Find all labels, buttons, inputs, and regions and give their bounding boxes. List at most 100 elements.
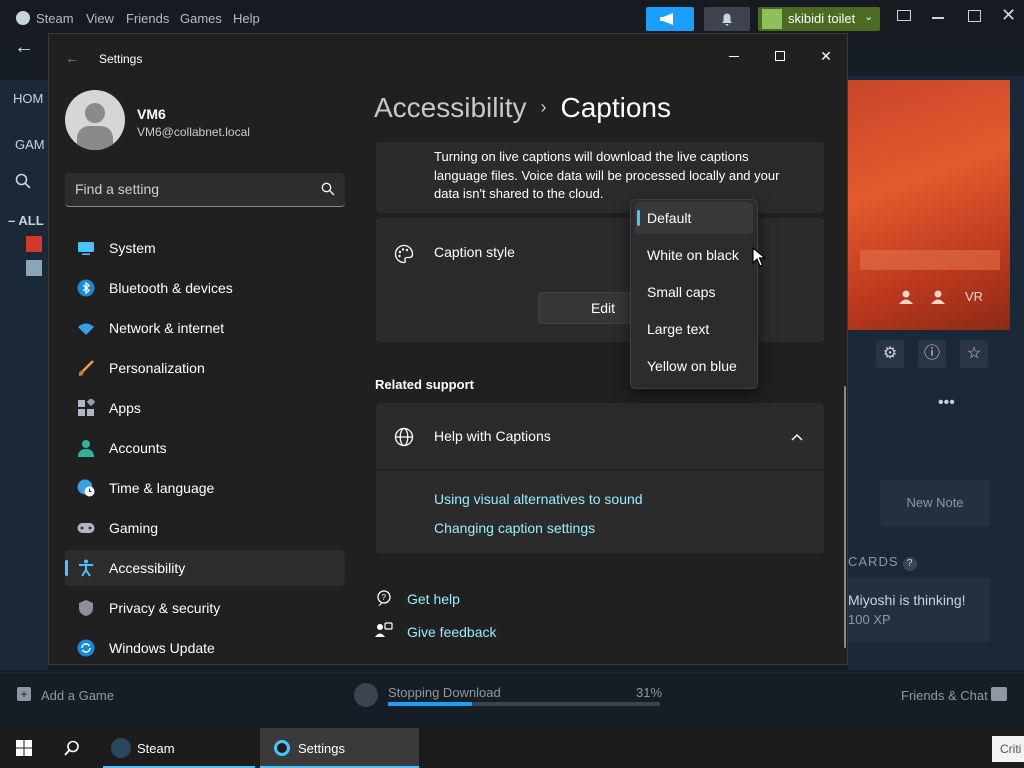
dropdown-option-large-text[interactable]: Large text [635,313,753,345]
games-label[interactable]: GAM [15,137,45,152]
gear-icon[interactable]: ⚙ [876,340,904,368]
card-drop-box: Miyoshi is thinking! 100 XP [848,578,990,642]
steam-logo-icon [16,11,30,25]
nav-windows-update[interactable]: Windows Update [65,630,345,664]
mouse-cursor-icon [752,247,766,267]
dropdown-option-yellow-on-blue[interactable]: Yellow on blue [635,350,753,382]
nav-label: System [109,240,156,256]
new-note-button[interactable]: New Note [880,480,990,526]
download-game-icon[interactable] [354,683,378,707]
tray-notification[interactable]: Criti [992,736,1024,762]
nav-label: Time & language [109,480,215,496]
game-icon[interactable] [26,236,42,252]
accessibility-icon [79,559,93,577]
help-link[interactable]: Using visual alternatives to sound [434,491,643,507]
close-button[interactable]: ✕ [803,42,847,70]
related-support-title: Related support [375,377,474,392]
nav-apps[interactable]: Apps [65,390,345,426]
nav-bluetooth-devices[interactable]: Bluetooth & devices [65,270,345,306]
steam-menu-games[interactable]: Games [180,11,222,26]
nav-label: Privacy & security [109,600,221,616]
back-arrow-icon[interactable]: ← [14,36,34,59]
windows-taskbar: Steam Settings Criti [0,728,1024,768]
dropdown-option-label: Default [647,210,692,226]
give-feedback-link[interactable]: Give feedback [407,624,497,640]
help-with-captions-header[interactable]: Help with Captions [376,403,824,469]
nav-personalization[interactable]: Personalization [65,350,345,386]
download-status[interactable]: Stopping Download [388,685,501,700]
scrollbar[interactable] [844,386,846,648]
dropdown-option-small-caps[interactable]: Small caps [635,276,753,308]
dropdown-option-white-on-black[interactable]: White on black [635,239,753,271]
nav-time-language[interactable]: Time & language [65,470,345,506]
maximize-button[interactable] [757,42,803,70]
steam-menu-steam[interactable]: Steam [36,11,74,26]
nav-label: Apps [109,400,141,416]
minimize-button[interactable] [711,42,757,70]
chat-icon[interactable] [991,687,1007,701]
help-with-captions-label: Help with Captions [434,428,551,444]
get-help-link[interactable]: Get help [407,591,460,607]
help-circle-icon[interactable]: ? [903,557,918,571]
star-icon[interactable]: ☆ [960,340,988,368]
megaphone-icon [660,13,673,25]
search-input[interactable] [75,173,315,205]
all-label: – ALL [8,213,44,228]
close-icon[interactable]: ✕ [1001,5,1016,26]
steam-library-sidebar: HOM GAM – ALL [0,80,48,670]
nav-accounts[interactable]: Accounts [65,430,345,466]
nav-label: Personalization [109,360,205,376]
big-picture-icon[interactable] [897,10,911,21]
home-label[interactable]: HOM [13,91,43,106]
nav-network-internet[interactable]: Network & internet [65,310,345,346]
bluetooth-icon [77,279,95,297]
more-icon[interactable]: ••• [938,394,955,412]
nav-system[interactable]: System [65,230,345,266]
settings-gear-icon [274,740,290,756]
globe-icon [394,427,414,447]
chevron-right-icon: › [540,97,547,117]
account-menu-button[interactable]: skibidi toilet ⌄ [758,7,880,31]
steam-menu-friends[interactable]: Friends [126,11,169,26]
new-note-label: New Note [906,495,964,510]
search-icon[interactable] [321,182,335,196]
taskbar-search-button[interactable] [52,728,92,768]
steam-menu-help[interactable]: Help [233,11,260,26]
breadcrumb: Accessibility › Captions [374,92,671,124]
notifications-button[interactable] [704,7,750,31]
steam-menu-view[interactable]: View [86,11,114,26]
taskbar-steam[interactable]: Steam [103,728,255,768]
minimize-icon [729,56,739,57]
taskbar-settings[interactable]: Settings [260,728,419,768]
breadcrumb-parent[interactable]: Accessibility [374,92,526,123]
minimize-icon[interactable] [932,17,944,19]
maximize-icon[interactable] [968,10,981,22]
start-button[interactable] [0,728,46,768]
back-arrow-icon[interactable]: ← [65,50,79,66]
help-link[interactable]: Changing caption settings [434,520,595,536]
search-icon[interactable] [15,173,31,189]
announcements-button[interactable] [646,7,694,31]
game-icon[interactable] [26,260,42,276]
info-icon[interactable]: ⓘ [918,340,946,368]
palette-icon [394,244,414,264]
nav-privacy-security[interactable]: Privacy & security [65,590,345,626]
chevron-up-icon[interactable] [790,430,804,444]
friends-chat-button[interactable]: Friends & Chat [901,688,988,703]
avatar[interactable] [65,90,125,150]
steam-logo-icon [111,738,131,758]
cards-title-text: CARDS [848,554,899,569]
nav-gaming[interactable]: Gaming [65,510,345,546]
steam-bottom-bar: + Add a Game Stopping Download 31% Frien… [0,672,1024,728]
plus-icon[interactable]: + [17,687,31,701]
nav-accessibility[interactable]: Accessibility [65,550,345,586]
page-title: Captions [560,92,671,123]
dropdown-option-label: Small caps [647,284,716,300]
user-name: VM6 [137,106,166,122]
dropdown-option-default[interactable]: Default [635,202,753,234]
add-game-button[interactable]: Add a Game [41,688,114,703]
wifi-icon [78,323,94,335]
download-progress-fill [388,702,473,706]
download-progress-bar [388,702,660,706]
bell-icon [722,13,732,26]
